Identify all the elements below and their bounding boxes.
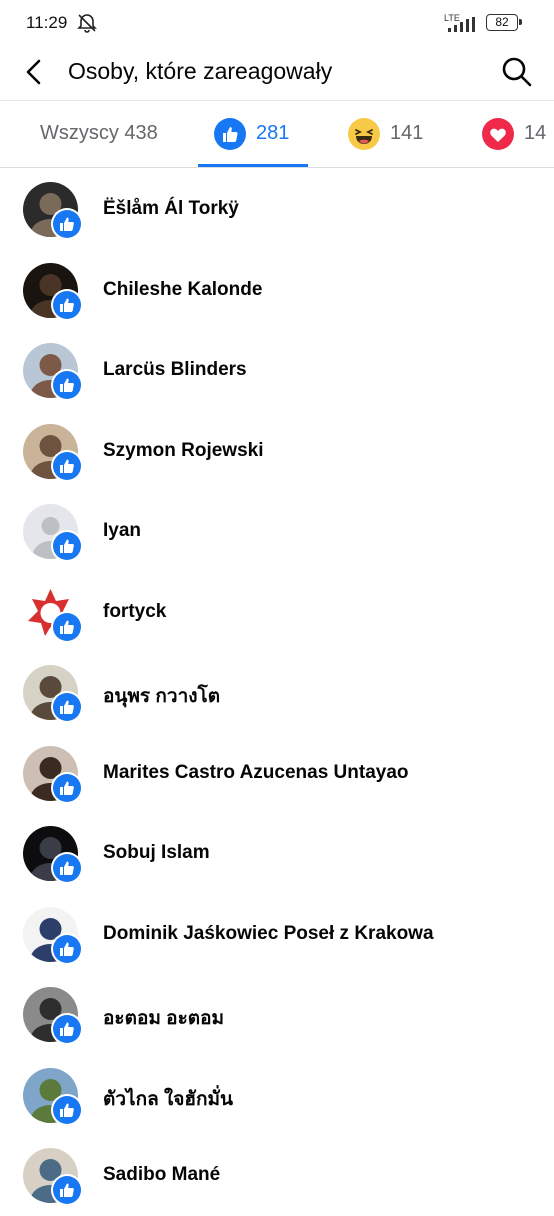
like-icon bbox=[53, 290, 81, 319]
vibrate-muted-icon bbox=[77, 14, 97, 33]
back-arrow-icon[interactable] bbox=[20, 56, 48, 88]
tab-haha[interactable]: 141 bbox=[348, 100, 423, 167]
avatar-with-badge[interactable] bbox=[23, 665, 83, 725]
list-item[interactable]: Szymon Rojewski bbox=[0, 412, 554, 492]
list-item[interactable]: Larcüs Blinders bbox=[0, 331, 554, 411]
active-tab-indicator bbox=[198, 164, 308, 167]
like-icon bbox=[53, 934, 81, 963]
avatar-with-badge[interactable] bbox=[23, 1148, 83, 1208]
avatar-with-badge[interactable] bbox=[23, 182, 83, 242]
tab-like[interactable]: 281 bbox=[214, 100, 289, 167]
like-reaction-badge bbox=[51, 369, 83, 401]
like-reaction-badge bbox=[51, 1174, 83, 1206]
avatar-with-badge[interactable] bbox=[23, 826, 83, 886]
like-icon bbox=[214, 117, 246, 150]
avatar-with-badge[interactable] bbox=[23, 343, 83, 403]
list-item[interactable]: fortyck bbox=[0, 573, 554, 653]
list-item[interactable]: อนุพร กวางโต bbox=[0, 653, 554, 733]
avatar-with-badge[interactable] bbox=[23, 906, 83, 967]
avatar-with-badge[interactable] bbox=[23, 504, 83, 564]
like-reaction-badge bbox=[51, 208, 83, 240]
person-name[interactable]: Sadibo Mané bbox=[103, 1164, 220, 1186]
like-icon bbox=[53, 854, 81, 882]
status-time: 11:29 bbox=[26, 13, 68, 32]
person-name[interactable]: Larcüs Blinders bbox=[103, 359, 247, 381]
list-item[interactable]: Chileshe Kalonde bbox=[0, 251, 554, 331]
like-icon bbox=[53, 1095, 81, 1124]
haha-icon bbox=[348, 117, 380, 150]
person-name[interactable]: Sobuj Islam bbox=[103, 842, 210, 864]
like-icon bbox=[53, 371, 81, 399]
list-item[interactable]: อะตอม อะตอม bbox=[0, 975, 554, 1055]
tab-all-reactions[interactable]: Wszyscy 438 bbox=[40, 100, 158, 167]
like-icon bbox=[53, 532, 81, 560]
person-name[interactable]: Marites Castro Azucenas Untayao bbox=[103, 762, 409, 784]
person-name[interactable]: Dominik Jaśkowiec Poseł z Krakowa bbox=[103, 923, 434, 945]
like-reaction-badge bbox=[51, 610, 83, 643]
battery-indicator: 82 bbox=[486, 14, 522, 31]
avatar-with-badge[interactable] bbox=[23, 745, 83, 806]
list-item[interactable]: Sobuj Islam bbox=[0, 814, 554, 894]
list-item[interactable]: Marites Castro Azucenas Untayao bbox=[0, 734, 554, 814]
search-icon[interactable] bbox=[500, 55, 534, 89]
like-reaction-badge bbox=[51, 449, 83, 482]
list-item[interactable]: Iyan bbox=[0, 492, 554, 572]
person-name[interactable]: fortyck bbox=[103, 601, 166, 623]
person-name[interactable]: อะตอม อะตอม bbox=[103, 1003, 224, 1033]
person-name[interactable]: Szymon Rojewski bbox=[103, 440, 264, 462]
like-reaction-badge bbox=[51, 852, 83, 884]
person-name[interactable]: Iyan bbox=[103, 520, 141, 542]
avatar-with-badge[interactable] bbox=[23, 1067, 83, 1128]
like-icon bbox=[53, 773, 81, 802]
like-icon bbox=[53, 451, 81, 480]
tab-all-label: Wszyscy 438 bbox=[40, 122, 158, 144]
list-item[interactable]: Dominik Jaśkowiec Poseł z Krakowa bbox=[0, 895, 554, 975]
list-item[interactable]: Ëšlåm Ál Torkÿ bbox=[0, 170, 554, 250]
like-icon bbox=[53, 210, 81, 238]
avatar-with-badge[interactable] bbox=[23, 584, 83, 645]
like-reaction-badge bbox=[51, 771, 83, 804]
like-reaction-badge bbox=[51, 1093, 83, 1126]
list-item[interactable]: ตัวไกล ใจฮักมั่น bbox=[0, 1056, 554, 1136]
love-icon bbox=[482, 117, 514, 150]
like-reaction-badge bbox=[51, 932, 83, 965]
like-icon bbox=[53, 693, 81, 721]
avatar-with-badge[interactable] bbox=[23, 987, 83, 1047]
like-icon bbox=[53, 612, 81, 641]
like-reaction-badge bbox=[51, 1013, 83, 1045]
like-reaction-badge bbox=[51, 691, 83, 723]
like-icon bbox=[53, 1015, 81, 1043]
like-reaction-badge bbox=[51, 288, 83, 321]
avatar-with-badge[interactable] bbox=[23, 423, 83, 484]
reaction-tabs: Wszyscy 438 281 141 14 bbox=[0, 100, 554, 168]
tab-haha-count: 141 bbox=[390, 122, 424, 144]
person-name[interactable]: อนุพร กวางโต bbox=[103, 681, 220, 711]
signal-icon bbox=[448, 17, 475, 32]
top-app-bar: Osoby, które zareagowały bbox=[0, 46, 554, 101]
status-bar: 11:29 LTE 82 bbox=[0, 0, 554, 46]
tab-love-count: 14 bbox=[524, 122, 547, 144]
tab-like-count: 281 bbox=[256, 122, 290, 144]
person-name[interactable]: Chileshe Kalonde bbox=[103, 279, 262, 301]
person-name[interactable]: Ëšlåm Ál Torkÿ bbox=[103, 198, 239, 220]
like-reaction-badge bbox=[51, 530, 83, 562]
list-item[interactable]: Sadibo Mané bbox=[0, 1136, 554, 1216]
person-name[interactable]: ตัวไกล ใจฮักมั่น bbox=[103, 1084, 233, 1114]
page-title: Osoby, które zareagowały bbox=[68, 58, 333, 84]
avatar-with-badge[interactable] bbox=[23, 262, 83, 323]
tab-love[interactable]: 14 bbox=[482, 100, 546, 167]
